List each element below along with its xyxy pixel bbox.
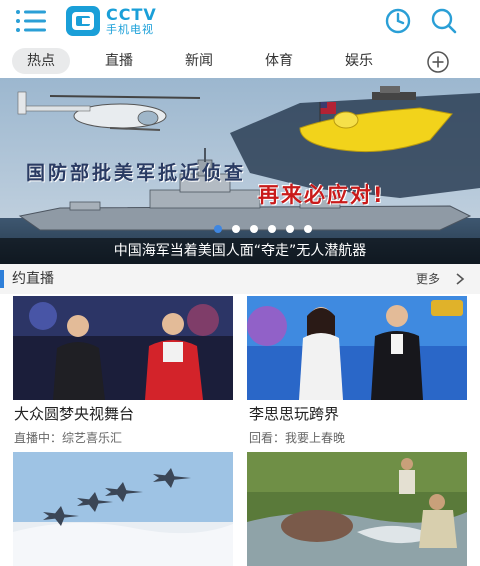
card-subtitle: 回看：我要上春晚: [249, 431, 346, 445]
card-thumbnail[interactable]: [247, 296, 467, 400]
river-adventure-image: [247, 452, 467, 566]
tab-live[interactable]: 直播: [90, 48, 148, 74]
banner-caption-bar: 中国海军当着美国人面“夺走”无人潜航器: [0, 238, 480, 264]
tab-hot[interactable]: 热点: [12, 48, 70, 74]
search-icon[interactable]: [430, 7, 458, 35]
card-title[interactable]: 大众圆梦央视舞台: [14, 404, 134, 424]
banner-slogan: 再来必应对!: [258, 183, 385, 207]
more-link[interactable]: 更多: [416, 264, 440, 294]
card-title[interactable]: 李思思玩跨界: [249, 404, 339, 424]
category-tabs: 热点 直播 新闻 体育 娱乐: [0, 42, 480, 78]
carousel-dot[interactable]: [304, 225, 312, 233]
carousel-dot[interactable]: [250, 225, 258, 233]
fighter-jets-image: [13, 452, 233, 566]
tab-news[interactable]: 新闻: [170, 48, 228, 74]
menu-icon[interactable]: [14, 7, 48, 35]
cctv-logo: CCTV 手机电视: [66, 4, 176, 38]
carousel-dot[interactable]: [286, 225, 294, 233]
stage-guests-image: [247, 296, 467, 400]
chevron-right-icon[interactable]: [455, 273, 465, 285]
card-thumbnail[interactable]: [13, 452, 233, 566]
logo-subtext: 手机电视: [106, 23, 154, 36]
tab-sports[interactable]: 体育: [250, 48, 308, 74]
app-header: CCTV 手机电视: [0, 0, 480, 42]
cctv-logo-mark: [66, 6, 100, 36]
logo-text: CCTV: [106, 5, 157, 24]
card-subtitle: 直播中：综艺喜乐汇: [14, 431, 123, 445]
carousel-dot[interactable]: [268, 225, 276, 233]
stage-hosts-image: [13, 296, 233, 400]
card-thumbnail[interactable]: [247, 452, 467, 566]
carousel-dot[interactable]: [214, 225, 222, 233]
section-accent-bar: [0, 270, 4, 288]
history-icon[interactable]: [384, 7, 412, 35]
card-thumbnail[interactable]: [13, 296, 233, 400]
section-title: 约直播: [12, 271, 54, 287]
section-header-live: 约直播 更多: [0, 264, 480, 294]
tab-entertainment[interactable]: 娱乐: [330, 48, 388, 74]
banner-caption: 中国海军当着美国人面“夺走”无人潜航器: [113, 243, 367, 259]
add-tab-icon[interactable]: [426, 50, 450, 74]
banner-headline: 国防部批美军抵近侦查: [26, 162, 247, 184]
featured-banner[interactable]: 国防部批美军抵近侦查 再来必应对! 中国海军当着美国人面“夺走”无人潜航器: [0, 78, 480, 264]
carousel-dot[interactable]: [232, 225, 240, 233]
